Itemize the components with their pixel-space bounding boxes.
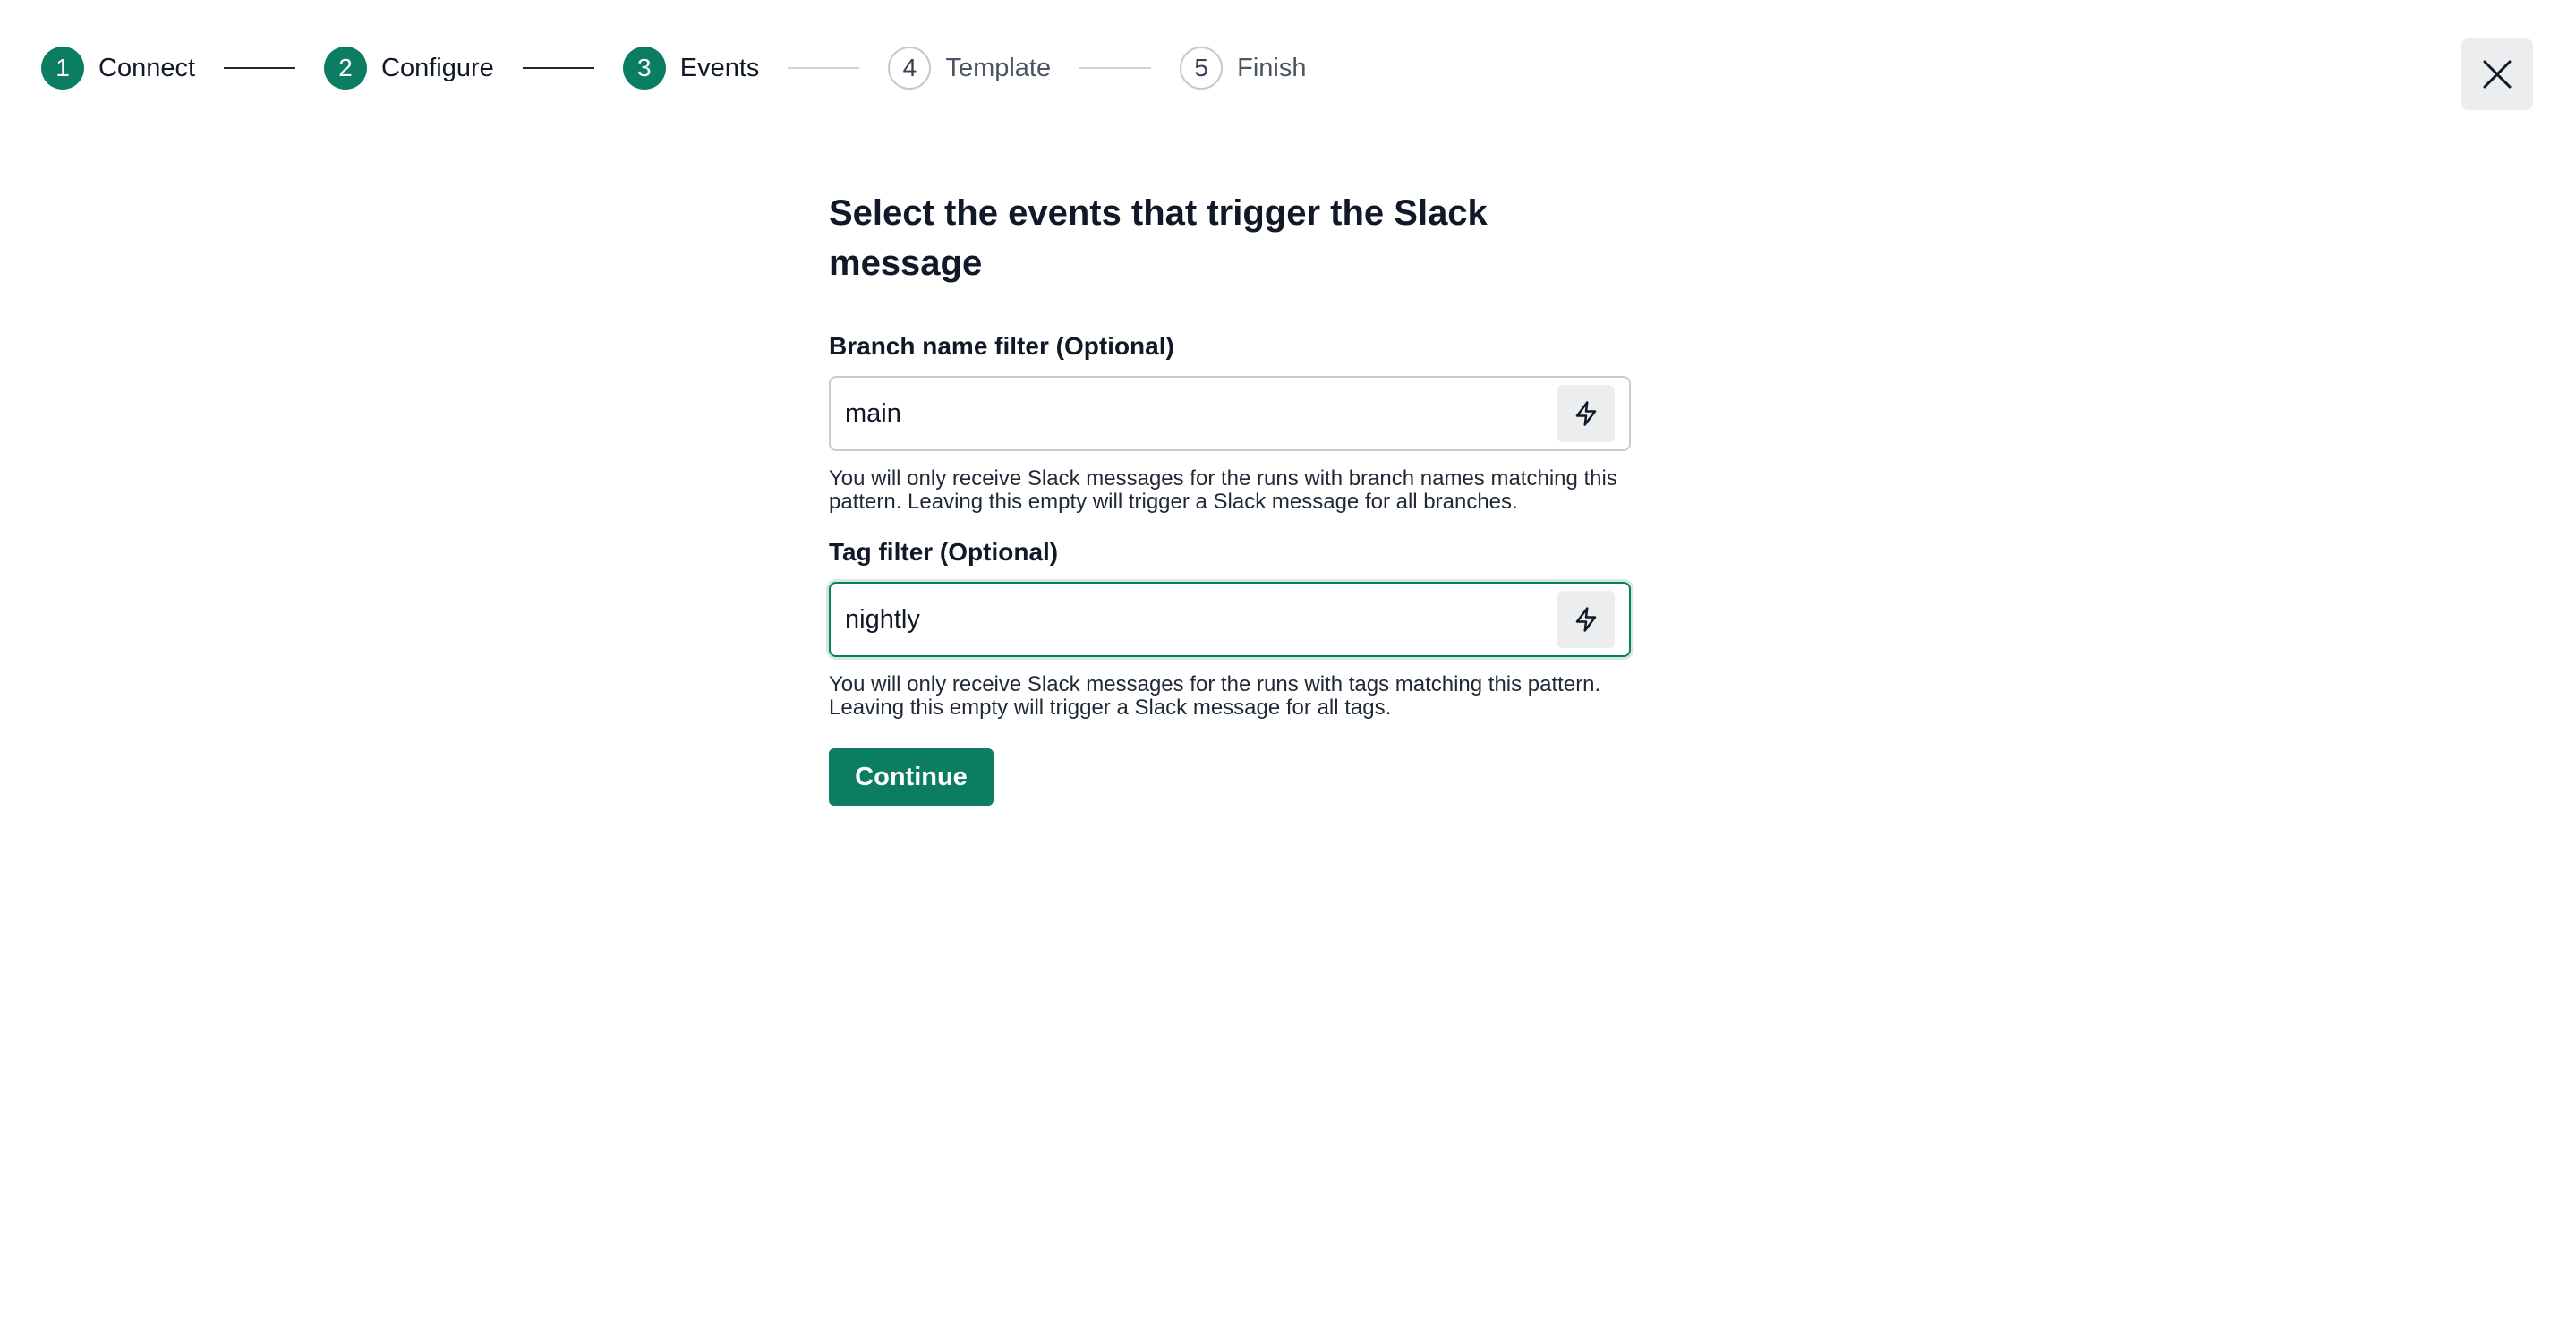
step-label: Configure [381, 53, 494, 82]
step-label: Template [945, 53, 1052, 82]
step-number: 1 [41, 47, 84, 90]
step-connector [788, 67, 860, 69]
close-button[interactable] [2461, 38, 2533, 110]
step-label: Finish [1237, 53, 1307, 82]
step-label: Events [679, 53, 760, 82]
branch-filter-label: Branch name filter (Optional) [829, 332, 1174, 360]
lightning-icon [1575, 401, 1597, 426]
page: 1 Connect 2 Configure 3 Events 4 Templat… [0, 0, 2576, 1332]
wizard-stepper: 1 Connect 2 Configure 3 Events 4 Templat… [41, 47, 1306, 90]
tag-filter-input[interactable] [845, 604, 1557, 635]
close-icon [2483, 60, 2512, 89]
step-number: 3 [622, 47, 666, 90]
page-title: Select the events that trigger the Slack… [829, 193, 1488, 283]
step-connector [1079, 67, 1152, 69]
step-template: 4 Template [888, 47, 1051, 90]
step-label: Connect [98, 53, 196, 82]
tag-filter-field [829, 582, 1631, 657]
branch-filter-help: You will only receive Slack messages for… [829, 466, 1617, 514]
events-form: Select the events that trigger the Slack… [829, 188, 1631, 806]
step-connector [522, 67, 594, 69]
step-connector [224, 67, 296, 69]
tag-filter-regex-button[interactable] [1557, 591, 1615, 648]
lightning-icon [1575, 607, 1597, 632]
step-events[interactable]: 3 Events [622, 47, 760, 90]
step-number: 2 [324, 47, 368, 90]
branch-filter-regex-button[interactable] [1557, 385, 1615, 442]
tag-filter-label: Tag filter (Optional) [829, 538, 1059, 566]
step-number: 4 [888, 47, 932, 90]
step-finish: 5 Finish [1180, 47, 1306, 90]
continue-button[interactable]: Continue [829, 748, 994, 806]
step-connect[interactable]: 1 Connect [41, 47, 195, 90]
tag-filter-help: You will only receive Slack messages for… [829, 672, 1601, 720]
step-configure[interactable]: 2 Configure [324, 47, 494, 90]
branch-filter-input[interactable] [845, 398, 1557, 429]
step-number: 5 [1180, 47, 1224, 90]
branch-filter-field [829, 376, 1631, 451]
